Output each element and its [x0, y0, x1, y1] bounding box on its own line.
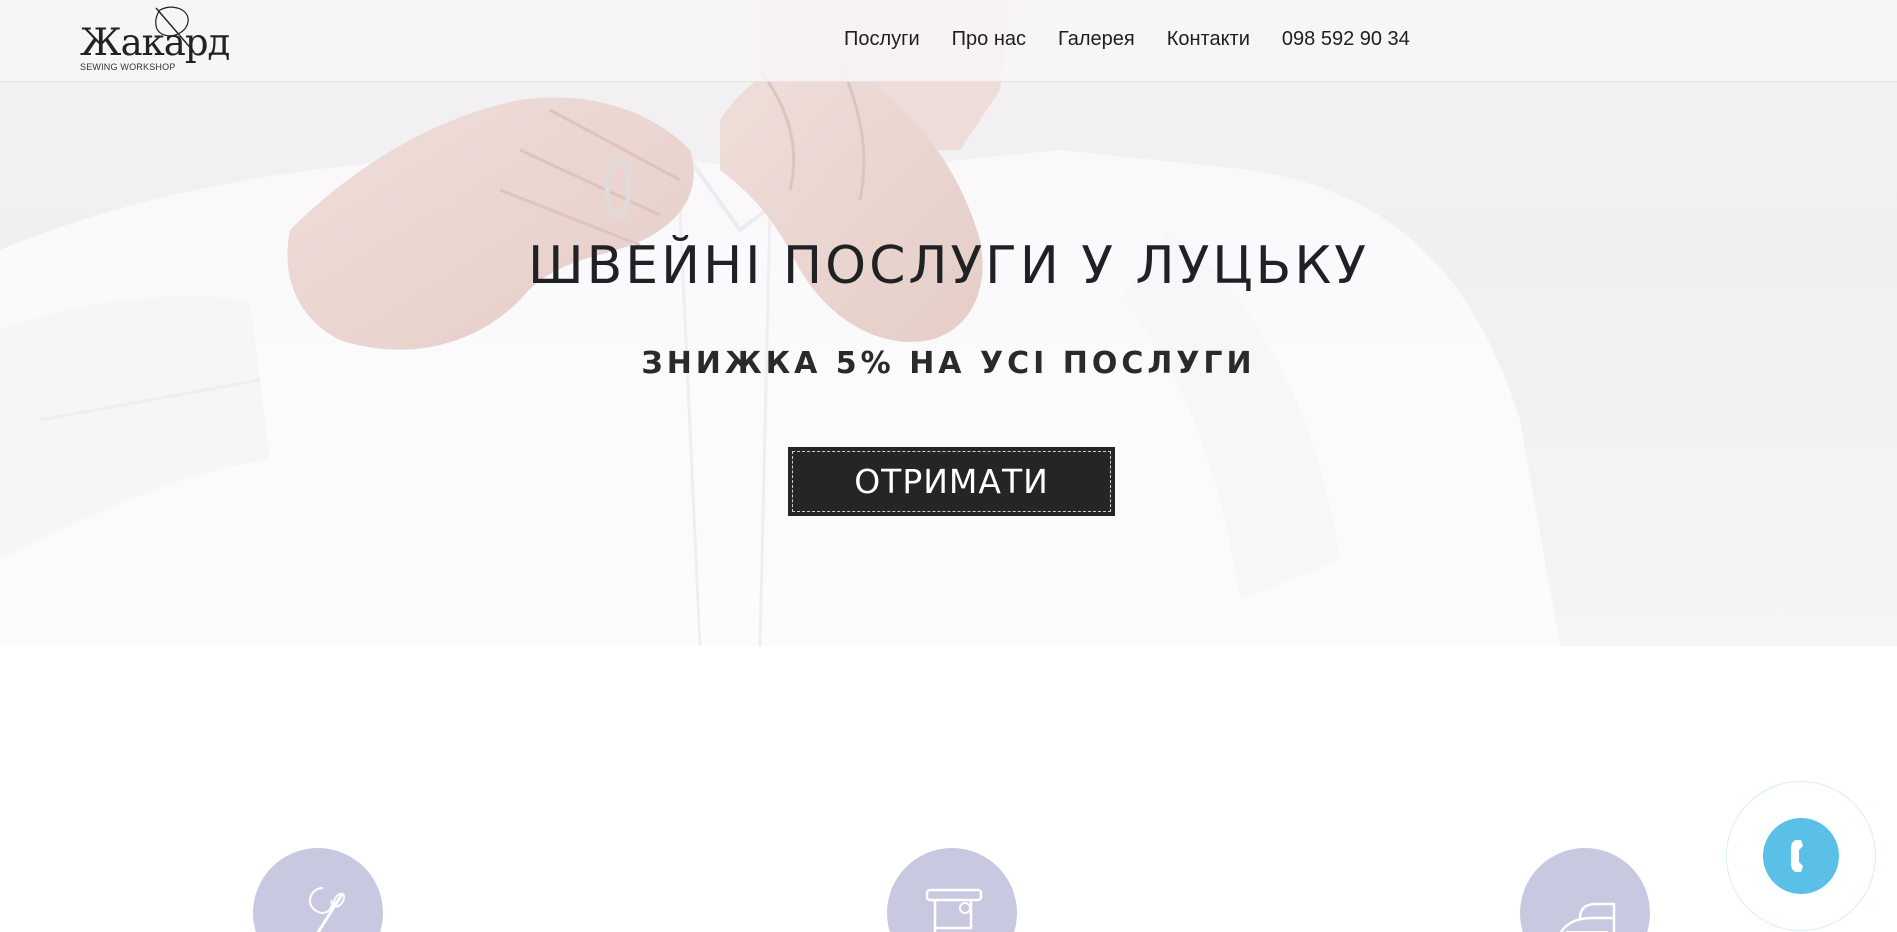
sewing-machine-icon	[925, 888, 983, 932]
iron-icon	[1560, 902, 1616, 932]
hero-section: Жакард SEWING WORKSHOP Послуги Про нас Г…	[0, 0, 1897, 646]
needle-thread-icon	[308, 887, 346, 932]
service-needle-circle[interactable]	[253, 848, 383, 932]
nav-link-services[interactable]: Послуги	[844, 28, 920, 51]
phone-icon	[1791, 840, 1803, 872]
call-button[interactable]	[1763, 818, 1839, 894]
hero-background-image	[0, 0, 1897, 646]
logo-wordmark: Жакард	[80, 21, 230, 64]
logo-tagline: SEWING WORKSHOP	[80, 62, 176, 72]
brand-logo[interactable]: Жакард SEWING WORKSHOP	[76, 4, 236, 74]
get-discount-button-label: ОТРИМАТИ	[792, 451, 1111, 512]
hero-subtitle: ЗНИЖКА 5% НА УСІ ПОСЛУГИ	[641, 346, 1256, 381]
main-nav: Послуги Про нас Галерея Контакти 098 592…	[844, 28, 1410, 51]
service-ironing-circle[interactable]	[1520, 848, 1650, 932]
nav-link-gallery[interactable]: Галерея	[1058, 28, 1135, 51]
get-discount-button[interactable]: ОТРИМАТИ	[788, 447, 1115, 516]
service-sewing-machine-circle[interactable]	[887, 848, 1017, 932]
nav-phone-link[interactable]: 098 592 90 34	[1282, 28, 1410, 51]
hero-title: ШВЕЙНІ ПОСЛУГИ У ЛУЦЬКУ	[528, 236, 1369, 296]
nav-link-about[interactable]: Про нас	[952, 28, 1026, 51]
nav-link-contacts[interactable]: Контакти	[1167, 28, 1250, 51]
top-navbar: Жакард SEWING WORKSHOP Послуги Про нас Г…	[0, 0, 1897, 82]
